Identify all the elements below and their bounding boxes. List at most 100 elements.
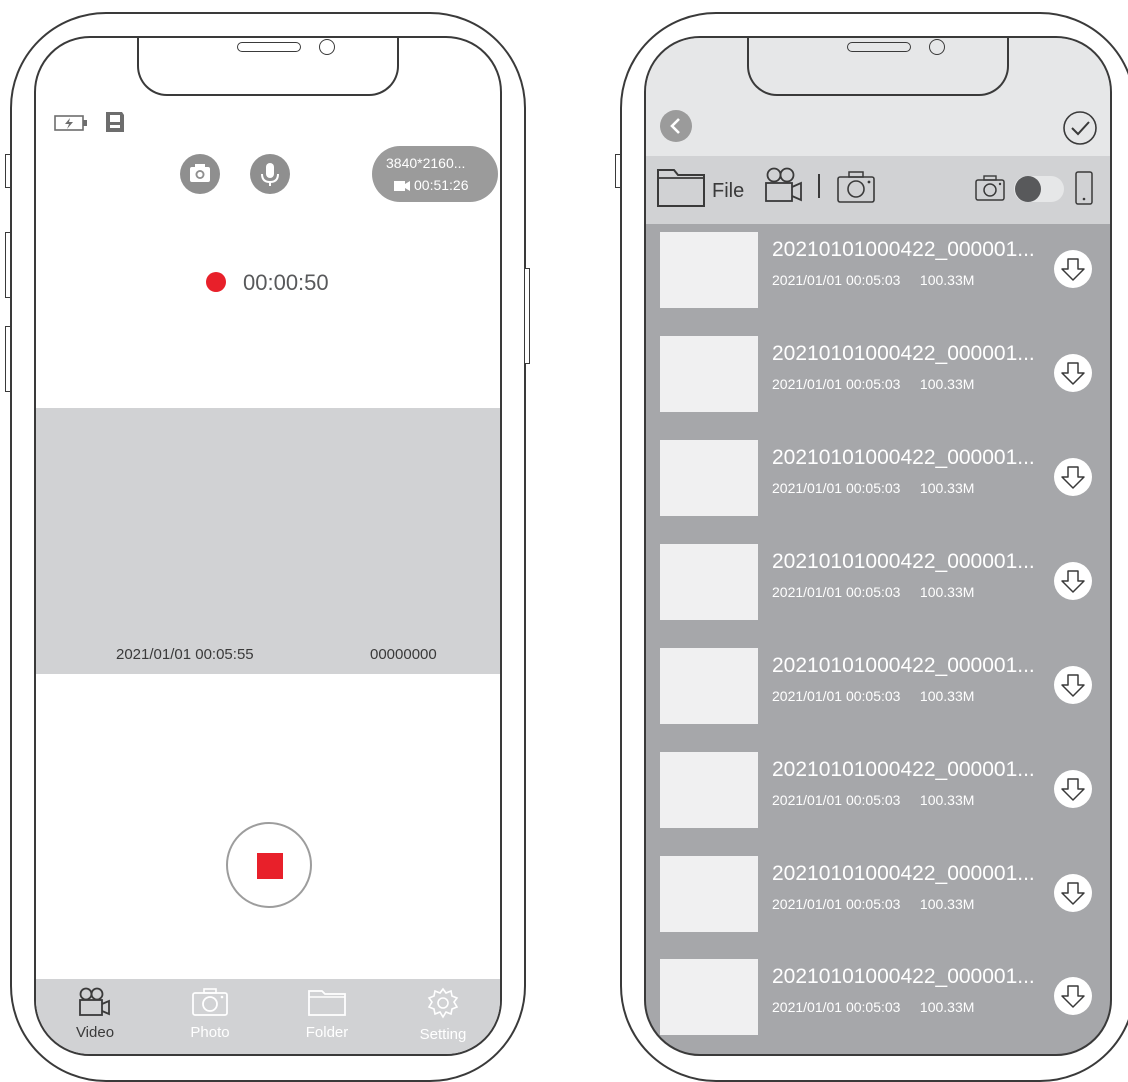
file-size: 100.33M	[919, 688, 975, 704]
bottom-tab-bar: Video Photo Folder Setting	[36, 979, 500, 1054]
download-button[interactable]	[1054, 977, 1092, 1015]
folder-icon	[308, 990, 346, 1016]
file-thumbnail	[660, 336, 758, 412]
file-thumbnail	[660, 440, 758, 516]
file-size: 100.33M	[919, 999, 975, 1015]
sd-card-icon	[104, 110, 126, 139]
list-item[interactable]: 20210101000422_000001... 2021/01/01 00:0…	[646, 332, 1110, 436]
download-arrow-icon	[1061, 362, 1085, 385]
file-name: 20210101000422_000001...	[772, 550, 1035, 573]
tab-photo[interactable]: Photo	[175, 987, 245, 1041]
list-item[interactable]: 20210101000422_000001... 2021/01/01 00:0…	[646, 436, 1110, 540]
left-phone-side-button-3	[5, 326, 11, 392]
download-arrow-icon	[1061, 778, 1085, 801]
confirm-button[interactable]	[1062, 110, 1098, 151]
download-arrow-icon	[1061, 882, 1085, 905]
download-arrow-icon	[1061, 570, 1085, 593]
file-meta: 2021/01/01 00:05:03 100.33M	[772, 688, 974, 704]
stop-record-button[interactable]	[226, 822, 312, 908]
file-name: 20210101000422_000001...	[772, 446, 1035, 469]
list-item[interactable]: 20210101000422_000001... 2021/01/01 00:0…	[646, 748, 1110, 852]
file-toolbar: File	[646, 156, 1110, 224]
download-button[interactable]	[1054, 770, 1092, 808]
phone-icon	[1075, 171, 1093, 205]
resolution-badge[interactable]: 3840*2160... 00:51:26	[372, 146, 498, 202]
video-camera-icon	[79, 987, 110, 1016]
file-date: 2021/01/01 00:05:03	[772, 480, 901, 496]
preview-counter: 00000000	[370, 646, 437, 663]
folder-icon	[657, 169, 705, 207]
file-date: 2021/01/01 00:05:03	[772, 896, 901, 912]
list-item[interactable]: 20210101000422_000001... 2021/01/01 00:0…	[646, 644, 1110, 748]
file-thumbnail	[660, 648, 758, 724]
toolbar-divider	[818, 174, 820, 198]
file-size: 100.33M	[919, 792, 975, 808]
list-item[interactable]: 20210101000422_000001... 2021/01/01 00:0…	[646, 852, 1110, 956]
file-name: 20210101000422_000001...	[772, 965, 1035, 988]
download-button[interactable]	[1054, 354, 1092, 392]
file-date: 2021/01/01 00:05:03	[772, 376, 901, 392]
list-item[interactable]: 20210101000422_000001... 2021/01/01 00:0…	[646, 955, 1110, 1054]
right-phone-screen: File 20210101000422_000001... 2021/01/01…	[644, 36, 1112, 1056]
file-date: 2021/01/01 00:05:03	[772, 999, 901, 1015]
file-tab[interactable]: File	[656, 166, 752, 210]
camera-icon	[837, 171, 875, 203]
tab-folder[interactable]: Folder	[292, 987, 362, 1041]
left-phone-notch	[137, 38, 399, 96]
gear-icon	[427, 987, 459, 1019]
file-meta: 2021/01/01 00:05:03 100.33M	[772, 480, 974, 496]
tab-photo-label: Photo	[190, 1024, 230, 1041]
file-name: 20210101000422_000001...	[772, 342, 1035, 365]
file-meta: 2021/01/01 00:05:03 100.33M	[772, 376, 974, 392]
tab-folder-label: Folder	[305, 1024, 349, 1041]
file-thumbnail	[660, 232, 758, 308]
camera-icon	[190, 164, 210, 182]
camera-button[interactable]	[180, 154, 220, 194]
remaining-time-text: 00:51:26	[414, 177, 469, 193]
download-button[interactable]	[1054, 562, 1092, 600]
file-name: 20210101000422_000001...	[772, 758, 1035, 781]
phone-storage-button[interactable]	[1074, 170, 1094, 211]
file-list: 20210101000422_000001... 2021/01/01 00:0…	[646, 228, 1110, 1054]
tab-setting-label: Setting	[419, 1026, 467, 1043]
resolution-text: 3840*2160...	[386, 155, 466, 171]
download-arrow-icon	[1061, 258, 1085, 281]
file-date: 2021/01/01 00:05:03	[772, 688, 901, 704]
file-thumbnail	[660, 544, 758, 620]
toggle-knob	[1015, 176, 1041, 202]
file-meta: 2021/01/01 00:05:03 100.33M	[772, 272, 974, 288]
file-size: 100.33M	[919, 480, 975, 496]
download-button[interactable]	[1054, 250, 1092, 288]
file-name: 20210101000422_000001...	[772, 238, 1035, 261]
right-phone-side-button-1	[615, 154, 621, 188]
list-item[interactable]: 20210101000422_000001... 2021/01/01 00:0…	[646, 540, 1110, 644]
file-thumbnail	[660, 856, 758, 932]
check-circle-icon	[1063, 111, 1097, 145]
recording-dot	[206, 272, 226, 292]
list-item[interactable]: 20210101000422_000001... 2021/01/01 00:0…	[646, 228, 1110, 332]
file-tab-label: File	[712, 180, 745, 202]
file-meta: 2021/01/01 00:05:03 100.33M	[772, 584, 974, 600]
camera-storage-button[interactable]	[974, 174, 1006, 207]
file-name: 20210101000422_000001...	[772, 862, 1035, 885]
file-date: 2021/01/01 00:05:03	[772, 272, 901, 288]
storage-toggle-switch[interactable]	[1014, 176, 1064, 202]
battery-charging-icon	[54, 114, 90, 137]
back-button[interactable]	[660, 110, 692, 142]
file-thumbnail	[660, 959, 758, 1035]
download-button[interactable]	[1054, 666, 1092, 704]
download-arrow-icon	[1061, 674, 1085, 697]
microphone-button[interactable]	[250, 154, 290, 194]
recording-elapsed-time: 00:00:50	[243, 270, 329, 295]
file-meta: 2021/01/01 00:05:03 100.33M	[772, 999, 974, 1015]
stop-icon	[257, 853, 283, 879]
video-filter-button[interactable]	[764, 166, 804, 209]
tab-video[interactable]: Video	[60, 987, 130, 1041]
download-button[interactable]	[1054, 458, 1092, 496]
download-button[interactable]	[1054, 874, 1092, 912]
file-size: 100.33M	[919, 896, 975, 912]
microphone-icon	[261, 163, 279, 186]
video-camera-icon	[765, 167, 802, 202]
photo-filter-button[interactable]	[836, 170, 876, 209]
tab-setting[interactable]: Setting	[408, 987, 478, 1043]
